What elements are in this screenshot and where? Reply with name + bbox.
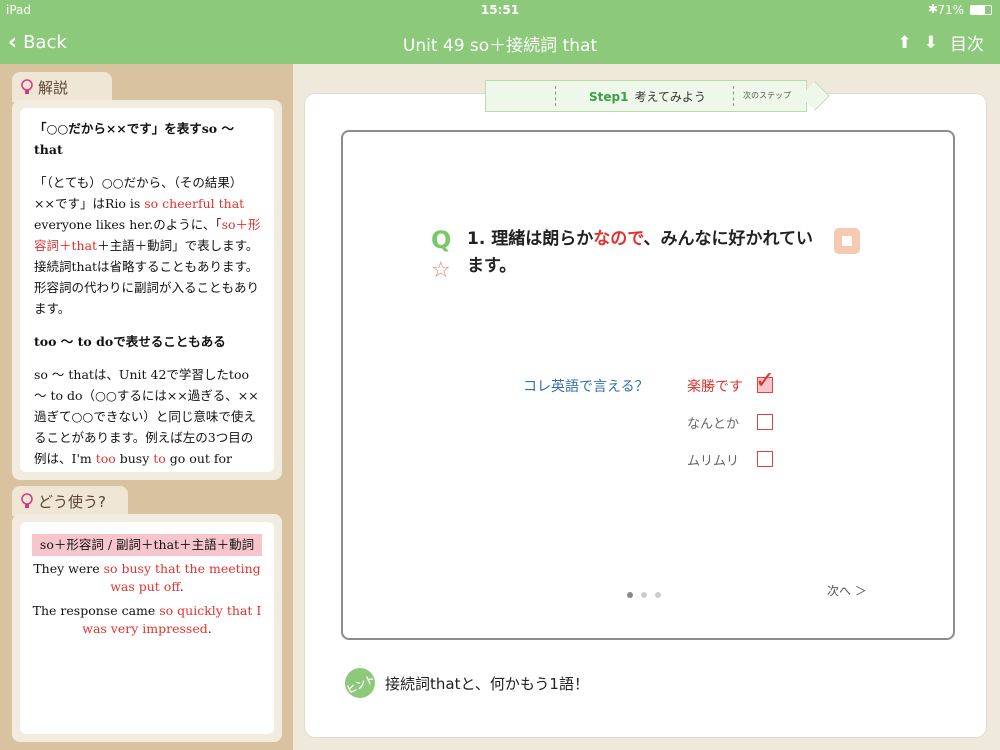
left-panel: 解説 「○○だから××です」を表すso 〜 that 「（とても）○○だから、（… (0, 64, 293, 750)
checkbox[interactable] (757, 451, 773, 467)
lightbulb-icon (20, 78, 34, 96)
arrow-up-icon[interactable]: ⬆ (898, 33, 912, 53)
battery-percent: 71% (937, 3, 964, 17)
usage-example: They were so busy that the meeting was p… (33, 561, 261, 594)
main-panel: Step1 考えてみよう 次のステップ Q ☆ 1. 理緒は朗らかなので、みんなに… (305, 80, 986, 737)
current-step: Step1 考えてみよう (589, 90, 706, 104)
status-bar: iPad 15:51 ✱ 71% (0, 0, 1000, 20)
explanation-heading: too 〜 to doで表せることもある (34, 334, 226, 349)
explanation-body[interactable]: 「○○だから××です」を表すso 〜 that 「（とても）○○だから、（その結… (20, 108, 274, 472)
checkmark-icon: ✓ (755, 366, 776, 394)
stop-button[interactable] (834, 228, 860, 254)
question-mark-icon: Q (431, 226, 452, 254)
option-somehow[interactable]: なんとか (687, 413, 773, 432)
page-indicator (627, 592, 661, 598)
hint-text: 接続詞thatと、何かもう1語！ (385, 674, 589, 693)
clock: 15:51 (480, 3, 520, 17)
checkbox[interactable] (757, 414, 773, 430)
explanation-card: 「○○だから××です」を表すso 〜 that 「（とても）○○だから、（その結… (12, 100, 282, 480)
explanation-label: 解説 (38, 78, 69, 97)
explanation-paragraph: 「（とても）○○だから、（その結果）××です」はRio is so cheerf… (34, 175, 261, 316)
star-icon[interactable]: ☆ (431, 258, 451, 283)
lightbulb-icon (20, 492, 34, 510)
usage-card: so＋形容詞 / 副詞＋that＋主語＋動詞 They were so busy… (12, 514, 282, 742)
page-title: Unit 49 so＋接続詞 that (402, 36, 598, 56)
confidence-prompt: コレ英語で言える？ (523, 379, 649, 395)
nav-bar: ‹ Back Unit 49 so＋接続詞 that ⬆ ⬇ 目次 (0, 20, 1000, 64)
question-text: 1. 理緒は朗らかなので、みんなに好かれています。 (467, 229, 814, 276)
explanation-heading: 「○○だから××です」を表すso 〜 that (34, 121, 234, 157)
explanation-tab: 解説 (12, 72, 112, 102)
hint-row: ヒント 接続詞thatと、何かもう1語！ (340, 663, 589, 703)
battery-icon (970, 5, 992, 15)
usage-tab: どう使う? (12, 486, 128, 516)
usage-label: どう使う? (38, 492, 106, 511)
arrow-down-icon[interactable]: ⬇ (924, 33, 938, 53)
question-card: Q ☆ 1. 理緒は朗らかなので、みんなに好かれています。 コレ英語で言える？ … (341, 130, 955, 640)
step-banner: Step1 考えてみよう 次のステップ (485, 80, 830, 112)
toc-button[interactable]: 目次 (950, 30, 984, 55)
hint-icon: ヒント (340, 663, 380, 703)
usage-body: so＋形容詞 / 副詞＋that＋主語＋動詞 They were so busy… (20, 522, 274, 734)
stop-icon (842, 236, 852, 246)
next-step-button[interactable]: 次のステップ (743, 90, 791, 101)
explanation-paragraph: so 〜 thatは、Unit 42で学習したtoo 〜 to do（○○するに… (34, 367, 259, 466)
usage-pattern: so＋形容詞 / 副詞＋that＋主語＋動詞 (32, 534, 262, 556)
next-button[interactable]: 次へ ＞ (827, 582, 867, 599)
option-impossible[interactable]: ムリムリ (687, 450, 773, 469)
usage-example: The response came so quickly that I was … (32, 603, 262, 636)
option-easy[interactable]: 楽勝です ✓ (687, 366, 775, 396)
